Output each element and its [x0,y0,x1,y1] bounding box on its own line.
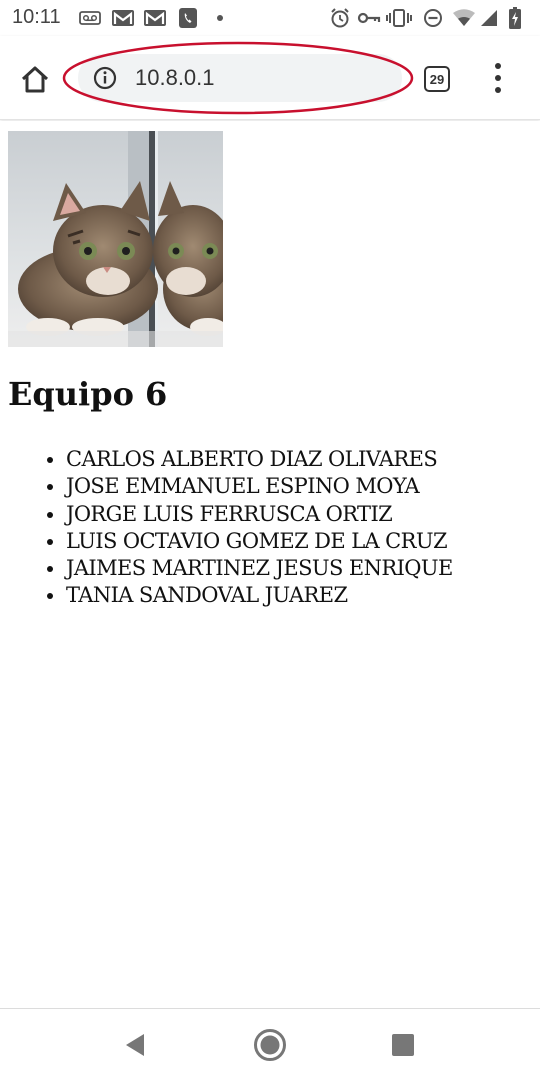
battery-charging-icon [506,0,524,36]
home-circle-icon [254,1029,286,1061]
gmail-icon [142,0,168,36]
menu-dot [495,63,501,69]
home-icon [21,66,49,93]
menu-dot [495,75,501,81]
wifi-icon [451,0,477,36]
home-button[interactable] [14,58,56,100]
url-text[interactable]: 10.8.0.1 [135,65,215,91]
menu-dot [495,87,501,93]
signal-icon [478,0,500,36]
back-button[interactable] [115,1025,155,1065]
system-nav-bar [0,1008,540,1080]
back-icon [126,1034,144,1056]
recents-icon [392,1034,414,1056]
alarm-icon [328,0,352,36]
overflow-menu-button[interactable] [486,60,510,96]
phone-icon [176,0,200,36]
info-icon[interactable] [93,66,117,90]
address-bar[interactable]: 10.8.0.1 [78,54,402,102]
dot-icon [214,0,226,36]
kitten-image [8,131,223,347]
vibrate-icon [385,0,413,36]
list-item: TANIA SANDOVAL JUAREZ [66,582,453,609]
do-not-disturb-icon [421,0,445,36]
recents-button[interactable] [383,1025,423,1065]
gmail-icon [110,0,136,36]
list-item: LUIS OCTAVIO GOMEZ DE LA CRUZ [66,528,453,555]
list-item: CARLOS ALBERTO DIAZ OLIVARES [66,446,453,473]
browser-toolbar: 10.8.0.1 29 [0,36,540,120]
list-item: JORGE LUIS FERRUSCA ORTIZ [66,501,453,528]
tab-switcher-button[interactable]: 29 [424,66,450,92]
vpn-key-icon [356,0,382,36]
tab-count: 29 [429,71,445,87]
status-time: 10:11 [12,6,61,28]
page-title: Equipo 6 [8,375,168,413]
voicemail-icon [78,0,102,36]
home-nav-button[interactable] [250,1025,290,1065]
web-page: Equipo 6 CARLOS ALBERTO DIAZ OLIVARES JO… [0,121,540,1008]
list-item: JAIMES MARTINEZ JESUS ENRIQUE [66,555,453,582]
list-item: JOSE EMMANUEL ESPINO MOYA [66,473,453,500]
team-member-list: CARLOS ALBERTO DIAZ OLIVARES JOSE EMMANU… [66,446,453,610]
status-bar: 10:11 [0,0,540,36]
